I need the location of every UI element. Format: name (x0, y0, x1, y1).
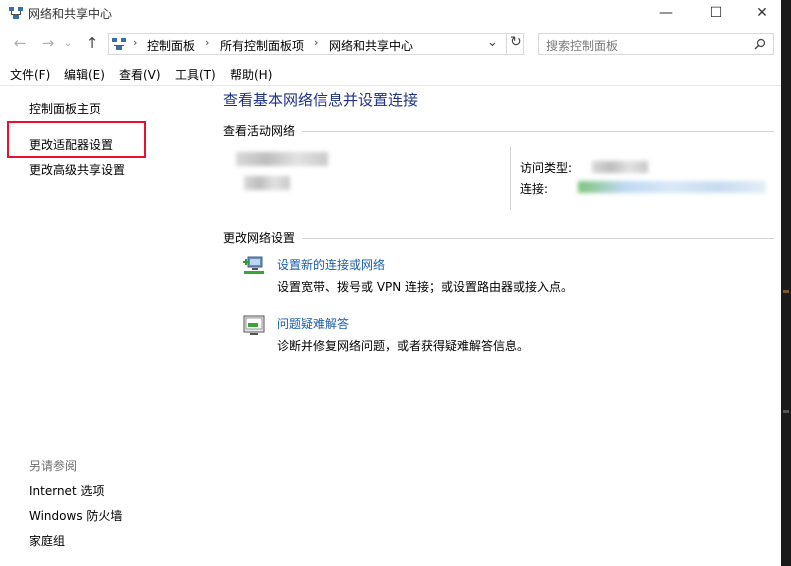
connection-label: 连接: (520, 182, 549, 196)
menu-edit[interactable]: 编辑(E) (64, 66, 105, 83)
access-type-value-redacted (592, 161, 648, 173)
vertical-divider (510, 146, 511, 210)
see-also-homegroup[interactable]: 家庭组 (29, 532, 65, 549)
section-divider (302, 238, 774, 239)
network-name-redacted (236, 152, 328, 166)
network-app-icon (9, 7, 23, 19)
menu-divider (0, 85, 781, 86)
breadcrumb-separator[interactable]: › (314, 36, 318, 49)
breadcrumb-network-center[interactable]: 网络和共享中心 (329, 37, 413, 54)
breadcrumb-separator[interactable]: › (133, 36, 137, 49)
navigation-bar: ← → ⌄ ↑ › 控制面板 › 所有控制面板项 › 网络和共享中心 ⌄ ↻ 搜… (0, 30, 781, 58)
change-settings-heading: 更改网络设置 (223, 231, 296, 245)
see-also-internet-options[interactable]: Internet 选项 (29, 482, 104, 499)
desktop-fleck (783, 290, 789, 293)
see-also-heading: 另请参阅 (29, 459, 78, 473)
menu-file[interactable]: 文件(F) (10, 66, 50, 83)
menu-tools[interactable]: 工具(T) (175, 66, 216, 83)
sidebar-link-home[interactable]: 控制面板主页 (29, 100, 101, 117)
new-connection-icon (243, 256, 264, 274)
refresh-icon[interactable]: ↻ (506, 34, 522, 54)
setup-new-connection-desc: 设置宽带、拨号或 VPN 连接；或设置路由器或接入点。 (277, 280, 574, 294)
menu-view[interactable]: 查看(V) (119, 66, 161, 83)
breadcrumb-separator[interactable]: › (205, 36, 209, 49)
section-divider (302, 131, 774, 132)
network-type-redacted (244, 176, 290, 190)
highlight-box (7, 121, 146, 158)
maximize-button[interactable]: ☐ (693, 0, 739, 26)
troubleshoot-desc: 诊断并修复网络问题，或者获得疑难解答信息。 (277, 339, 530, 353)
arrow-up-icon[interactable]: ↑ (82, 33, 102, 53)
search-icon[interactable] (754, 38, 766, 50)
breadcrumb-control-panel[interactable]: 控制面板 (147, 37, 195, 54)
menu-bar: 文件(F) 编辑(E) 查看(V) 工具(T) 帮助(H) (0, 64, 781, 84)
arrow-left-icon[interactable]: ← (10, 33, 30, 53)
network-sharing-center-window: 网络和共享中心 — ☐ ✕ ← → ⌄ ↑ › 控制面板 › 所有控制面板项 ›… (0, 0, 781, 566)
menu-help[interactable]: 帮助(H) (230, 66, 272, 83)
troubleshoot-icon (243, 315, 265, 335)
arrow-right-icon[interactable]: → (38, 33, 58, 53)
search-box[interactable]: 搜索控制面板 (538, 33, 774, 55)
recent-locations-icon[interactable]: ⌄ (62, 33, 74, 53)
active-networks-heading: 查看活动网络 (223, 124, 296, 138)
chevron-down-icon[interactable]: ⌄ (487, 35, 498, 50)
close-button[interactable]: ✕ (739, 0, 781, 26)
address-bar[interactable]: › 控制面板 › 所有控制面板项 › 网络和共享中心 ⌄ ↻ (108, 33, 524, 55)
page-title: 查看基本网络信息并设置连接 (223, 91, 419, 109)
window-title: 网络和共享中心 (28, 7, 113, 21)
title-bar[interactable]: 网络和共享中心 — ☐ ✕ (0, 0, 781, 26)
access-type-label: 访问类型: (520, 161, 573, 175)
see-also-firewall[interactable]: Windows 防火墙 (29, 507, 122, 524)
connection-value-redacted[interactable] (578, 181, 766, 193)
search-placeholder[interactable]: 搜索控制面板 (546, 37, 618, 54)
desktop-background (781, 0, 791, 566)
control-panel-icon (112, 38, 126, 50)
troubleshoot-link[interactable]: 问题疑难解答 (277, 315, 349, 332)
minimize-button[interactable]: — (643, 0, 689, 26)
breadcrumb-all-items[interactable]: 所有控制面板项 (220, 37, 304, 54)
setup-new-connection-link[interactable]: 设置新的连接或网络 (277, 256, 385, 273)
sidebar-link-advanced-sharing[interactable]: 更改高级共享设置 (29, 161, 125, 178)
desktop-fleck (783, 410, 789, 413)
